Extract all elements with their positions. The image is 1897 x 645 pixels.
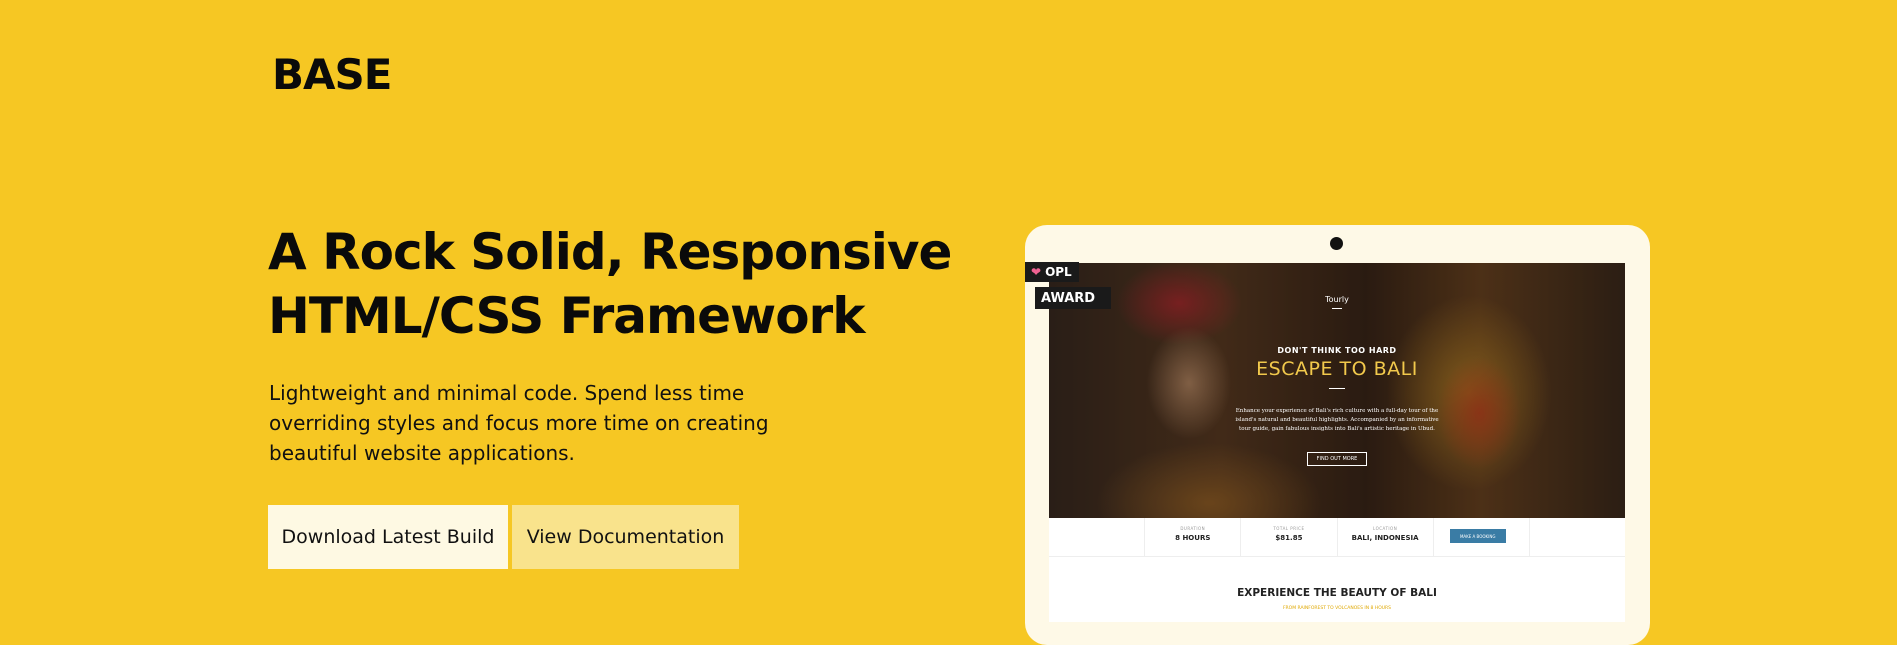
camera-dot — [1330, 237, 1343, 250]
preview-brand-divider — [1332, 308, 1342, 309]
preview-info-bar: DURATION 8 HOURS TOTAL PRICE $81.85 LOCA… — [1049, 518, 1625, 557]
info-label: TOTAL PRICE — [1273, 526, 1305, 531]
preview-title-divider — [1329, 388, 1345, 389]
info-value: 8 HOURS — [1175, 534, 1211, 542]
headline-line-1: A Rock Solid, Responsive — [268, 223, 952, 281]
preview-find-out-more-button: FIND OUT MORE — [1307, 452, 1367, 466]
info-value: $81.85 — [1275, 534, 1303, 542]
info-cell-empty — [1049, 518, 1146, 556]
info-cell-price: TOTAL PRICE $81.85 — [1241, 518, 1338, 556]
preview-brand: Tourly — [1325, 295, 1349, 304]
tablet-screen-preview: Tourly DON'T THINK TOO HARD ESCAPE TO BA… — [1049, 263, 1625, 622]
headline-line-2: HTML/CSS Framework — [268, 287, 865, 345]
preview-hero-image: Tourly DON'T THINK TOO HARD ESCAPE TO BA… — [1049, 263, 1625, 518]
info-label: LOCATION — [1372, 526, 1398, 531]
info-cell-location: LOCATION BALI, INDONESIA — [1338, 518, 1434, 556]
preview-make-booking-button: MAKE A BOOKING — [1449, 529, 1506, 543]
download-latest-build-button[interactable]: Download Latest Build — [268, 505, 508, 569]
view-documentation-button[interactable]: View Documentation — [512, 505, 739, 569]
heart-icon: ❤ — [1031, 265, 1042, 279]
preview-title: ESCAPE TO BALI — [1256, 358, 1418, 380]
logo[interactable]: BASE — [272, 50, 392, 99]
preview-kicker: DON'T THINK TOO HARD — [1277, 346, 1397, 355]
preview-section-subtitle: FROM RAINFOREST TO VOLCANOES IN 8 HOURS — [1282, 606, 1392, 611]
info-label: DURATION — [1180, 526, 1206, 531]
opl-badge-label: OPL — [1045, 265, 1072, 279]
preview-description: Enhance your experience of Bali's rich c… — [1235, 408, 1439, 432]
info-cell-duration: DURATION 8 HOURS — [1145, 518, 1242, 556]
preview-section-title: EXPERIENCE THE BEAUTY OF BALI — [1237, 587, 1437, 599]
page-headline: A Rock Solid, Responsive HTML/CSS Framew… — [268, 220, 988, 348]
info-cell-empty — [1530, 518, 1625, 556]
info-value: BALI, INDONESIA — [1351, 534, 1419, 542]
opl-badge[interactable]: ❤ OPL — [1025, 262, 1079, 282]
award-badge-label: AWARD — [1041, 290, 1096, 306]
hero-description: Lightweight and minimal code. Spend less… — [269, 381, 769, 465]
info-cell-booking: MAKE A BOOKING — [1434, 518, 1530, 556]
award-badge[interactable]: AWARD — [1035, 287, 1111, 309]
